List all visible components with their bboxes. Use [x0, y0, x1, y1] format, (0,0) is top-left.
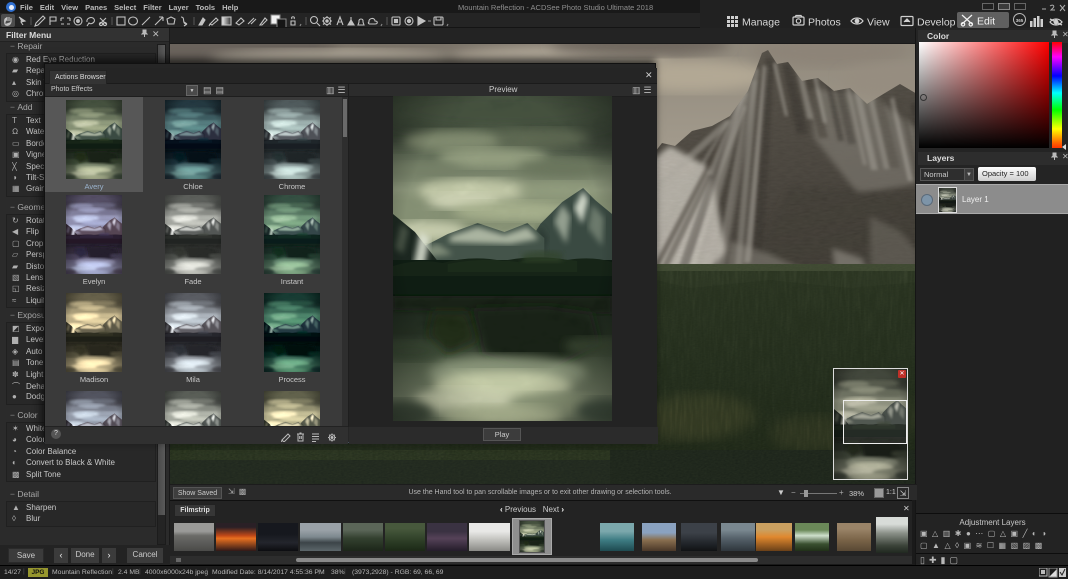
- svg-text:Manage: Manage: [742, 17, 780, 29]
- svg-text:Develop: Develop: [917, 17, 955, 29]
- svg-text:View: View: [867, 17, 890, 29]
- svg-text:Edit: Edit: [977, 16, 995, 28]
- svg-text:Photos: Photos: [808, 17, 841, 29]
